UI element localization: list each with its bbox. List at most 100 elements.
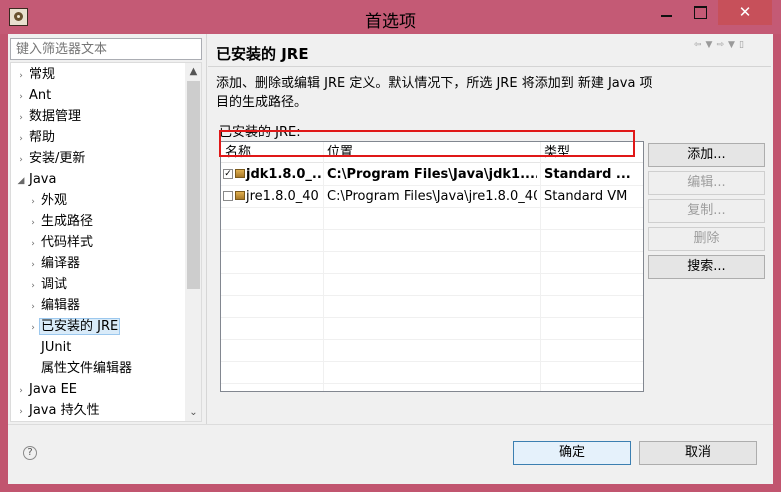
jre-library-icon [235, 169, 245, 178]
tree-item-label: 数据管理 [29, 109, 82, 124]
empty-row [221, 318, 643, 340]
expand-arrow-icon[interactable]: › [15, 381, 27, 402]
tree-item[interactable]: › Java EE [15, 379, 79, 400]
expand-arrow-icon[interactable]: › [15, 108, 27, 129]
tree-item-label: 调试 [41, 277, 68, 292]
remove-button[interactable]: 删除 [648, 227, 765, 251]
tree-item-label: 代码样式 [41, 235, 94, 250]
empty-row [221, 340, 643, 362]
title-bar: 首选项 ✕ [0, 0, 781, 34]
expand-arrow-icon[interactable]: › [15, 150, 27, 171]
page-title: 已安装的 JRE [216, 45, 309, 63]
tree-item-label: JUnit [41, 340, 72, 355]
bottom-separator [8, 424, 773, 425]
tree-item[interactable]: › 安装/更新 [15, 148, 87, 169]
tree-scrollbar[interactable]: ▲ ⌄ [185, 63, 201, 421]
title-separator [208, 66, 771, 67]
scroll-up-arrow-icon[interactable]: ▲ [185, 63, 201, 80]
back-menu-icon[interactable]: ▼ [706, 40, 714, 50]
expand-arrow-icon[interactable]: › [27, 255, 39, 276]
empty-row [221, 296, 643, 318]
tree-item[interactable]: ◢ Java [15, 169, 58, 190]
tree-item[interactable]: › 代码样式 [27, 232, 95, 253]
tree-item[interactable]: JUnit [27, 337, 73, 358]
column-header-type[interactable]: 类型 [540, 142, 570, 163]
jre-library-icon [235, 191, 245, 200]
tree-item[interactable]: › 调试 [27, 274, 69, 295]
tree-item[interactable]: › 已安装的 JRE [27, 316, 121, 339]
jre-location: C:\Program Files\Java\jdk1.... [327, 167, 537, 182]
expand-arrow-icon[interactable]: › [15, 66, 27, 87]
jre-table: 名称 位置 类型 ✓ jdk1.8.0_... C:\Program Files\… [220, 141, 644, 392]
tree-item-label: 属性文件编辑器 [41, 361, 133, 376]
scroll-down-arrow-icon[interactable]: ⌄ [185, 404, 201, 421]
tree-item-label: 安装/更新 [29, 151, 86, 166]
expand-arrow-icon[interactable]: › [27, 192, 39, 213]
checkmark-icon: ✓ [224, 168, 232, 179]
tree-item-label: Ant [29, 88, 52, 103]
tree-item-label: Java 持久性 [29, 403, 100, 418]
expand-arrow-icon[interactable]: › [15, 402, 27, 421]
tree-item[interactable]: › 数据管理 [15, 106, 83, 127]
tree-item-label: 编辑器 [41, 298, 81, 313]
expand-arrow-icon[interactable]: › [27, 318, 39, 339]
minimize-button[interactable] [650, 0, 682, 25]
back-icon[interactable]: ⇦ [694, 40, 703, 50]
page-navigation[interactable]: ⇦ ▼ ⇨ ▼ ▯ [694, 40, 748, 50]
expand-arrow-icon[interactable]: › [27, 276, 39, 297]
tree-item[interactable]: › 帮助 [15, 127, 57, 148]
copy-button[interactable]: 复制... [648, 199, 765, 223]
question-icon[interactable]: ? [23, 446, 37, 460]
tree-item-label: 编译器 [41, 256, 81, 271]
ok-button[interactable]: 确定 [513, 441, 631, 465]
tree-item[interactable]: › 外观 [27, 190, 69, 211]
table-row[interactable]: jre1.8.0_40 C:\Program Files\Java\jre1.8… [221, 186, 643, 208]
table-header: 名称 位置 类型 [221, 142, 643, 163]
forward-icon[interactable]: ⇨ [716, 40, 725, 50]
preferences-window: 首选项 ✕ ›常规›Ant›数据管理›帮助›安装/更新◢Java›外观›生成路径… [0, 0, 781, 492]
jre-name-cell: ✓ jdk1.8.0_... [223, 164, 321, 186]
expand-arrow-icon[interactable]: › [15, 129, 27, 150]
jre-checkbox[interactable] [223, 190, 233, 201]
table-row[interactable]: ✓ jdk1.8.0_... C:\Program Files\Java\jdk1… [221, 164, 643, 186]
filter-input[interactable] [11, 39, 201, 59]
jre-location: C:\Program Files\Java\jre1.8.0_40 [327, 189, 537, 204]
close-button[interactable]: ✕ [718, 0, 772, 25]
column-header-name[interactable]: 名称 [221, 142, 251, 163]
jre-name: jre1.8.0_40 [246, 189, 319, 204]
scroll-thumb[interactable] [187, 81, 200, 289]
tree-item[interactable]: › Ant [15, 85, 53, 106]
empty-row [221, 252, 643, 274]
panel-splitter[interactable] [206, 34, 207, 424]
expand-arrow-icon[interactable]: › [15, 87, 27, 108]
jre-name: jdk1.8.0_... [246, 167, 321, 182]
tree-item-label: 帮助 [29, 130, 56, 145]
edit-button[interactable]: 编辑... [648, 171, 765, 195]
tree-item[interactable]: 属性文件编辑器 [27, 358, 134, 379]
expand-arrow-icon[interactable]: › [27, 234, 39, 255]
tree-item-label: 常规 [29, 67, 56, 82]
jre-checkbox[interactable]: ✓ [223, 168, 233, 179]
tree-item[interactable]: › 编译器 [27, 253, 82, 274]
view-menu-icon[interactable]: ▯ [739, 40, 745, 50]
expand-arrow-icon[interactable]: › [27, 297, 39, 318]
tree-item[interactable]: › 常规 [15, 64, 57, 85]
jre-type: Standard VM [544, 189, 628, 204]
expand-arrow-icon[interactable]: › [27, 213, 39, 234]
expand-arrow-icon[interactable]: ◢ [15, 171, 27, 192]
tree-item[interactable]: › 编辑器 [27, 295, 82, 316]
jre-type: Standard ... [544, 167, 631, 182]
forward-menu-icon[interactable]: ▼ [728, 40, 736, 50]
preferences-tree: › 常规 › Ant › 数据管理 › 帮助 › 安装/更新 ◢ Java › 外观 › 生成路径 › 代码样式 ›… [10, 62, 202, 422]
column-header-location[interactable]: 位置 [323, 142, 353, 163]
tree-item[interactable]: › Java 持久性 [15, 400, 102, 421]
tree-item-label: Java EE [29, 382, 78, 397]
filter-input-box[interactable] [10, 38, 202, 60]
cancel-button[interactable]: 取消 [639, 441, 757, 465]
search-button[interactable]: 搜索... [648, 255, 765, 279]
maximize-button[interactable] [685, 0, 715, 25]
tree-item[interactable]: › 生成路径 [27, 211, 95, 232]
dialog-client-area: ›常规›Ant›数据管理›帮助›安装/更新◢Java›外观›生成路径›代码样式›… [8, 34, 773, 484]
add-button[interactable]: 添加... [648, 143, 765, 167]
installed-jre-label: 已安装的 JRE: [219, 125, 301, 140]
